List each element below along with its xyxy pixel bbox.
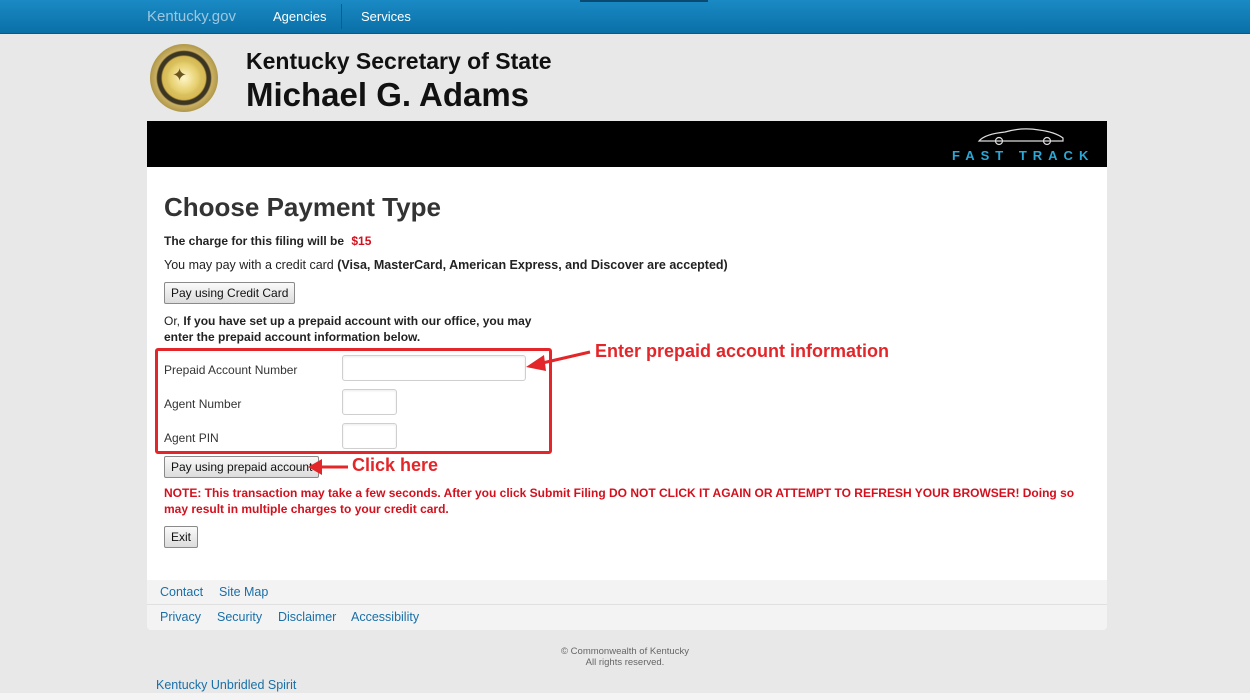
fast-track-logo-text: FAST TRACK xyxy=(952,148,1095,163)
nav-agencies[interactable]: Agencies xyxy=(273,9,326,24)
header-secretary-name: Michael G. Adams xyxy=(246,76,530,113)
fast-track-banner: FAST TRACK xyxy=(147,121,1107,167)
charge-amount: $15 xyxy=(351,234,372,248)
kentucky-gov-link[interactable]: Kentucky.gov xyxy=(147,8,236,25)
accepted-cards-text: (Visa, MasterCard, American Express, and… xyxy=(337,258,728,272)
agent-number-label: Agent Number xyxy=(164,397,242,411)
kentucky-unbridled-spirit-link[interactable]: Kentucky Unbridled Spirit xyxy=(156,678,296,692)
pay-prepaid-account-button[interactable]: Pay using prepaid account xyxy=(164,456,320,478)
charge-line: The charge for this filing will be $15 xyxy=(164,234,371,248)
pay-credit-card-button[interactable]: Pay using Credit Card xyxy=(164,282,296,304)
credit-card-text: You may pay with a credit card xyxy=(164,258,334,272)
footer-link-disclaimer[interactable]: Disclaimer xyxy=(278,610,336,624)
or-prefix: Or, xyxy=(164,314,181,328)
car-icon xyxy=(977,128,1064,146)
prepaid-instructions: Or, If you have set up a prepaid account… xyxy=(164,313,564,345)
arrow-to-prepaid-box-icon xyxy=(526,350,591,371)
copyright-line-1: © Commonwealth of Kentucky xyxy=(561,646,689,657)
agent-number-input[interactable] xyxy=(342,389,397,415)
prepaid-account-label: Prepaid Account Number xyxy=(164,363,298,377)
annotation-enter-info: Enter prepaid account information xyxy=(595,341,890,361)
eagle-icon: ✦ xyxy=(172,65,188,85)
kentucky-seal-logo: ✦ xyxy=(150,44,218,112)
agent-pin-input[interactable] xyxy=(342,423,397,449)
footer-link-site-map[interactable]: Site Map xyxy=(219,585,268,599)
footer-row-secondary: Privacy Security Disclaimer Accessibilit… xyxy=(147,605,1107,630)
copyright-line-2: All rights reserved. xyxy=(585,657,665,668)
bottom-strip xyxy=(0,693,1250,700)
prepaid-instructions-bold: If you have set up a prepaid account wit… xyxy=(164,314,532,344)
top-nav-bar: Kentucky.gov Agencies Services xyxy=(0,0,1250,34)
charge-text: The charge for this filing will be xyxy=(164,234,345,248)
page-title: Choose Payment Type xyxy=(164,192,441,222)
footer-link-accessibility[interactable]: Accessibility xyxy=(351,610,419,624)
main-panel: Choose Payment Type The charge for this … xyxy=(147,167,1107,580)
footer-link-contact[interactable]: Contact xyxy=(160,585,203,599)
nav-highlight xyxy=(580,0,708,2)
footer-link-security[interactable]: Security xyxy=(217,610,262,624)
annotation-click-here: Click here xyxy=(352,455,439,475)
exit-button[interactable]: Exit xyxy=(164,526,199,548)
footer-link-privacy[interactable]: Privacy xyxy=(160,610,201,624)
nav-services[interactable]: Services xyxy=(361,9,411,24)
nav-divider xyxy=(341,4,342,29)
footer-row-primary: Contact Site Map xyxy=(147,580,1107,605)
arrow-to-prepaid-button-icon xyxy=(308,459,348,475)
transaction-warning-note: NOTE: This transaction may take a few se… xyxy=(164,486,1075,516)
credit-card-info: You may pay with a credit card (Visa, Ma… xyxy=(164,258,728,272)
agent-pin-label: Agent PIN xyxy=(164,431,219,445)
header-office-title: Kentucky Secretary of State xyxy=(246,48,552,74)
prepaid-account-input[interactable] xyxy=(342,355,526,381)
